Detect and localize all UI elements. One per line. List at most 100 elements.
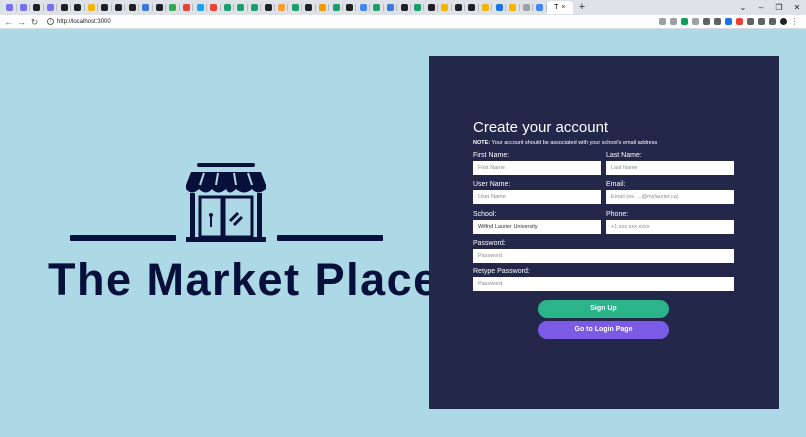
tab-search-icon[interactable]: ⌄ <box>734 0 752 15</box>
address-url[interactable]: http://localhost:3000 <box>57 19 111 25</box>
browser-tab[interactable] <box>166 1 180 14</box>
extension-icon[interactable] <box>756 15 767 29</box>
browser-tab[interactable] <box>479 1 493 14</box>
browser-tab[interactable] <box>3 1 17 14</box>
browser-tab[interactable] <box>520 1 534 14</box>
back-icon[interactable]: ← <box>2 15 15 29</box>
sign-up-button[interactable]: Sign Up <box>538 300 669 318</box>
extension-icon[interactable] <box>745 15 756 29</box>
brand-line-left <box>70 235 176 241</box>
browser-tab[interactable] <box>533 1 547 14</box>
browser-tab[interactable] <box>207 1 221 14</box>
extension-icon[interactable] <box>690 15 701 29</box>
browser-tab[interactable] <box>411 1 425 14</box>
last-name-input[interactable] <box>606 161 734 175</box>
tab-close-icon[interactable]: × <box>561 4 565 11</box>
tab-favicon-icon <box>400 4 408 11</box>
browser-tab[interactable] <box>492 1 506 14</box>
browser-tab[interactable] <box>329 1 343 14</box>
browser-tab[interactable] <box>153 1 167 14</box>
extension-icon[interactable] <box>778 15 789 29</box>
browser-tab[interactable] <box>424 1 438 14</box>
maximize-icon[interactable]: ❐ <box>770 0 788 15</box>
username-input[interactable] <box>473 190 601 204</box>
tab-favicon-icon <box>33 4 41 11</box>
browser-tab[interactable] <box>221 1 235 14</box>
tab-favicon-icon <box>142 4 150 11</box>
browser-tab[interactable] <box>71 1 85 14</box>
forward-icon[interactable]: → <box>15 15 28 29</box>
extension-icon[interactable] <box>657 15 668 29</box>
browser-tab[interactable] <box>57 1 71 14</box>
store-icon <box>186 163 266 248</box>
school-input[interactable] <box>473 220 601 234</box>
extension-icon[interactable] <box>734 15 745 29</box>
minimize-icon[interactable]: – <box>752 0 770 15</box>
email-input[interactable] <box>606 190 734 204</box>
tab-favicon-icon <box>128 4 136 11</box>
tab-favicon-icon <box>87 4 95 11</box>
tab-favicon-icon <box>47 4 55 11</box>
browser-tab[interactable] <box>261 1 275 14</box>
browser-tab[interactable] <box>506 1 520 14</box>
extension-icon[interactable] <box>723 15 734 29</box>
tab-favicon-icon <box>332 4 340 11</box>
browser-toolbar: ← → ↻ i http://localhost:3000 ⋮ <box>0 15 806 29</box>
extension-icon[interactable] <box>679 15 690 29</box>
browser-tab[interactable] <box>44 1 58 14</box>
extension-icon[interactable] <box>767 15 778 29</box>
menu-dots-icon[interactable]: ⋮ <box>789 15 800 29</box>
retype-password-input[interactable] <box>473 277 734 291</box>
password-label: Password: <box>473 240 506 247</box>
browser-tab[interactable] <box>316 1 330 14</box>
browser-tab[interactable] <box>30 1 44 14</box>
browser-tab[interactable] <box>139 1 153 14</box>
reload-icon[interactable]: ↻ <box>28 15 41 29</box>
browser-tab[interactable] <box>370 1 384 14</box>
new-tab-icon[interactable]: + <box>579 2 585 13</box>
form-title: Create your account <box>473 119 609 136</box>
email-label: Email: <box>606 181 626 188</box>
browser-tab[interactable] <box>438 1 452 14</box>
browser-tab-active[interactable]: T × <box>546 1 573 14</box>
browser-tab[interactable] <box>356 1 370 14</box>
browser-tab[interactable] <box>85 1 99 14</box>
extension-icon[interactable] <box>712 15 723 29</box>
browser-tab[interactable] <box>343 1 357 14</box>
brand-title: The Market Place <box>48 254 440 305</box>
extension-icon[interactable] <box>701 15 712 29</box>
form-note: NOTE: Your account should be associated … <box>473 140 657 146</box>
go-to-login-button[interactable]: Go to Login Page <box>538 321 669 339</box>
browser-tab[interactable] <box>384 1 398 14</box>
tab-favicon-icon <box>495 4 503 11</box>
tab-favicon-icon <box>454 4 462 11</box>
browser-tab[interactable] <box>302 1 316 14</box>
close-window-icon[interactable]: ✕ <box>788 0 806 15</box>
browser-tab[interactable] <box>17 1 31 14</box>
browser-tab[interactable] <box>275 1 289 14</box>
site-info-icon[interactable]: i <box>47 18 54 25</box>
retype-password-label: Retype Password: <box>473 268 530 275</box>
browser-tab[interactable] <box>288 1 302 14</box>
browser-tab[interactable] <box>193 1 207 14</box>
browser-tab[interactable] <box>125 1 139 14</box>
extension-icon[interactable] <box>668 15 679 29</box>
browser-tab[interactable] <box>452 1 466 14</box>
password-input[interactable] <box>473 249 734 263</box>
browser-tab[interactable] <box>98 1 112 14</box>
browser-tab[interactable] <box>180 1 194 14</box>
browser-tab[interactable] <box>248 1 262 14</box>
address-bar[interactable]: i http://localhost:3000 <box>47 16 657 27</box>
browser-tab[interactable] <box>112 1 126 14</box>
tab-favicon-icon <box>237 4 245 11</box>
browser-tab[interactable] <box>397 1 411 14</box>
tab-favicon-icon <box>115 4 123 11</box>
tab-favicon-icon <box>60 4 68 11</box>
phone-input[interactable] <box>606 220 734 234</box>
first-name-input[interactable] <box>473 161 601 175</box>
browser-tab[interactable] <box>234 1 248 14</box>
tab-favicon-icon <box>441 4 449 11</box>
tab-favicon-icon <box>468 4 476 11</box>
browser-tab[interactable] <box>465 1 479 14</box>
phone-label: Phone: <box>606 211 629 218</box>
